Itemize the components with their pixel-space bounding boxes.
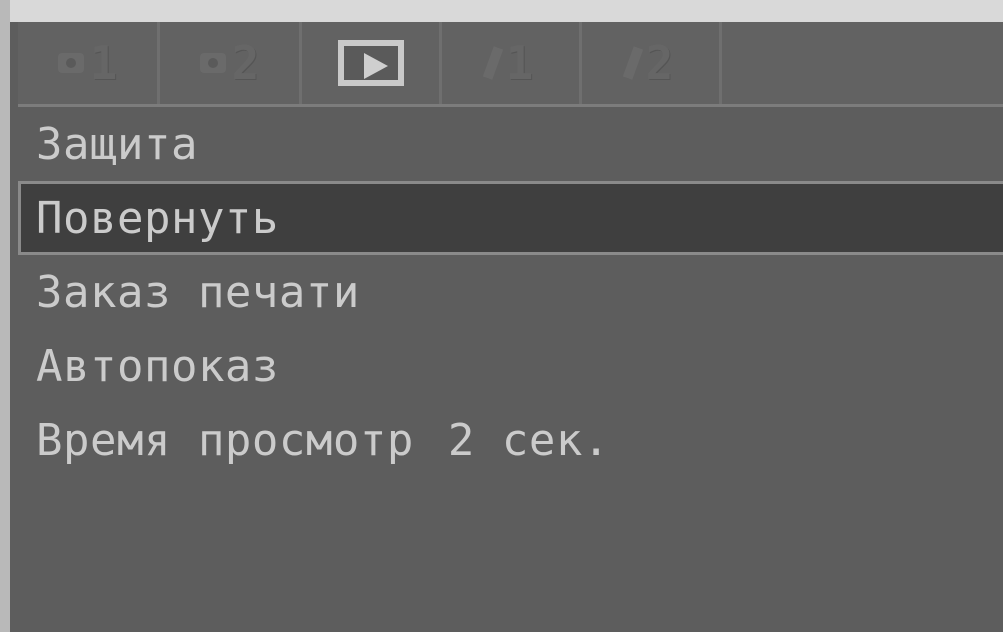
play-icon	[337, 40, 404, 86]
menu-item-protect[interactable]: Защита	[18, 107, 1003, 181]
tab-shooting-1[interactable]: 1	[18, 22, 160, 104]
tab-setup-2[interactable]: 2	[582, 22, 722, 104]
menu-item-label: Время просмотр	[36, 414, 414, 466]
menu-item-label: Защита	[36, 118, 198, 170]
menu-item-print-order[interactable]: Заказ печати	[18, 255, 1003, 329]
tab-setup-2-label: 2	[645, 36, 674, 90]
setup-icon	[482, 46, 503, 80]
tab-shooting-2-label: 2	[231, 36, 260, 90]
menu-tab-strip: 1 2 1 2	[18, 22, 1003, 107]
menu-item-label: Заказ печати	[36, 266, 360, 318]
menu-item-slideshow[interactable]: Автопоказ	[18, 329, 1003, 403]
tab-setup-1[interactable]: 1	[442, 22, 582, 104]
menu-item-label: Повернуть	[36, 192, 279, 244]
tab-setup-1-label: 1	[505, 36, 534, 90]
camera-icon	[57, 53, 84, 73]
lcd-screen: 1 2 1 2 Защита Повернуть Заказ печати Ав…	[10, 22, 1003, 632]
playback-menu-list: Защита Повернуть Заказ печати Автопоказ …	[18, 107, 1003, 477]
menu-item-rotate[interactable]: Повернуть	[18, 181, 1003, 255]
setup-icon	[622, 46, 643, 80]
camera-icon	[199, 53, 226, 73]
tab-shooting-2[interactable]: 2	[160, 22, 302, 104]
menu-item-label: Автопоказ	[36, 340, 279, 392]
tab-strip-filler	[722, 22, 1003, 104]
tab-playback[interactable]	[302, 22, 442, 104]
menu-item-value: 2 сек.	[447, 414, 610, 466]
tab-shooting-1-label: 1	[89, 36, 118, 90]
menu-item-review-time[interactable]: Время просмотр 2 сек.	[18, 403, 1003, 477]
camera-screen-frame: 1 2 1 2 Защита Повернуть Заказ печати Ав…	[0, 0, 1003, 632]
